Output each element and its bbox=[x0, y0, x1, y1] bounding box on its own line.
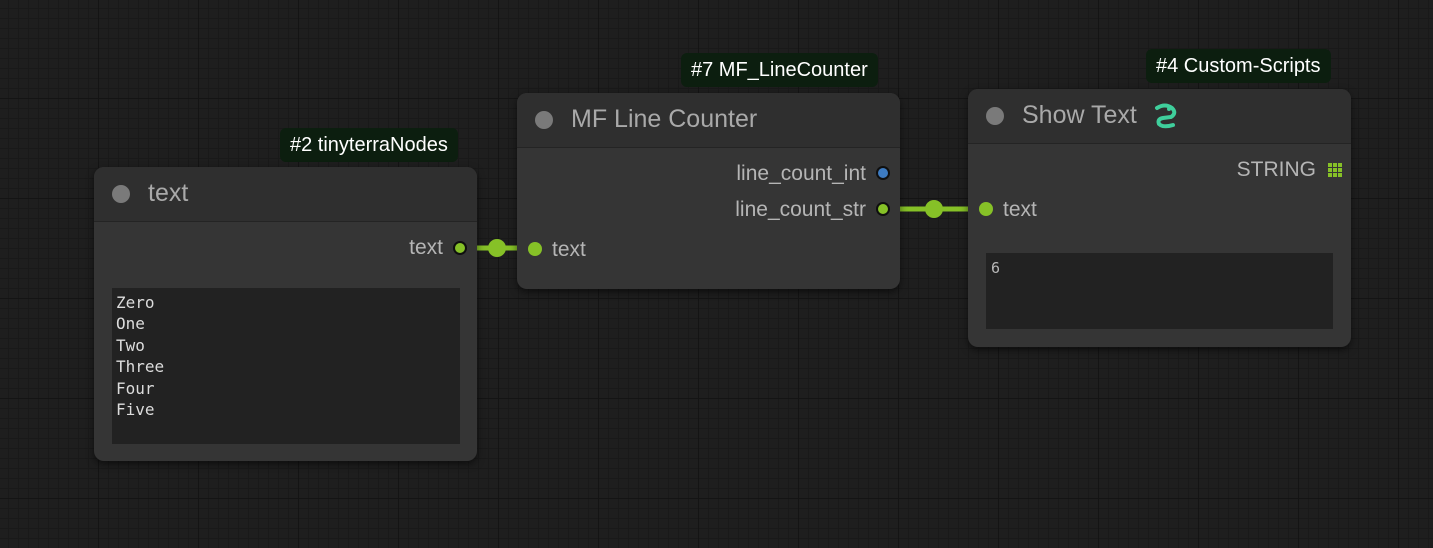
node-text[interactable]: text text Zero One Two Three Four Five bbox=[94, 167, 477, 461]
output-label-line-count-int: line_count_int bbox=[736, 162, 866, 185]
link-midpoint-2[interactable] bbox=[925, 200, 943, 218]
text-line: Two bbox=[116, 335, 145, 355]
node-title: text bbox=[148, 179, 189, 207]
output-label-text: text bbox=[409, 236, 443, 259]
node-title: MF Line Counter bbox=[571, 105, 758, 133]
text-line: One bbox=[116, 314, 145, 334]
text-line: Zero bbox=[116, 293, 155, 312]
node-title: Show Text bbox=[1022, 101, 1137, 129]
badge-node-4: #4 Custom-Scripts bbox=[1146, 49, 1331, 83]
graph-canvas[interactable]: #2 tinyterraNodes #7 MF_LineCounter #4 C… bbox=[0, 0, 1433, 548]
input-socket-text[interactable] bbox=[528, 242, 542, 256]
input-label-text: text bbox=[552, 238, 586, 261]
output-type-label: STRING bbox=[1236, 158, 1316, 181]
badge-node-7: #7 MF_LineCounter bbox=[681, 53, 878, 87]
input-label-text: text bbox=[1003, 198, 1037, 221]
grid-icon[interactable] bbox=[1328, 163, 1342, 177]
text-line: Five bbox=[116, 399, 155, 419]
text-line: Four bbox=[116, 378, 155, 398]
badge-node-2: #2 tinyterraNodes bbox=[280, 128, 458, 162]
text-line: Three bbox=[116, 357, 165, 377]
link-midpoint-1[interactable] bbox=[488, 239, 506, 257]
collapse-toggle[interactable] bbox=[986, 107, 1004, 125]
input-socket-text[interactable] bbox=[979, 202, 993, 216]
node-show-text[interactable]: Show Text STRING text 6 bbox=[968, 89, 1351, 347]
snake-icon bbox=[1155, 103, 1177, 129]
node-header[interactable]: text bbox=[94, 167, 477, 222]
collapse-toggle[interactable] bbox=[535, 111, 553, 129]
text-widget[interactable]: Zero One Two Three Four Five bbox=[112, 288, 460, 444]
show-text-output: 6 bbox=[986, 253, 1333, 329]
output-label-line-count-str: line_count_str bbox=[735, 198, 866, 221]
node-mf-line-counter[interactable]: MF Line Counter line_count_int line_coun… bbox=[517, 93, 900, 289]
collapse-toggle[interactable] bbox=[112, 185, 130, 203]
output-socket-text[interactable] bbox=[453, 241, 467, 255]
output-socket-line-count-str[interactable] bbox=[876, 202, 890, 216]
node-header[interactable]: MF Line Counter bbox=[517, 93, 900, 148]
node-header[interactable]: Show Text bbox=[968, 89, 1351, 144]
output-socket-line-count-int[interactable] bbox=[876, 166, 890, 180]
